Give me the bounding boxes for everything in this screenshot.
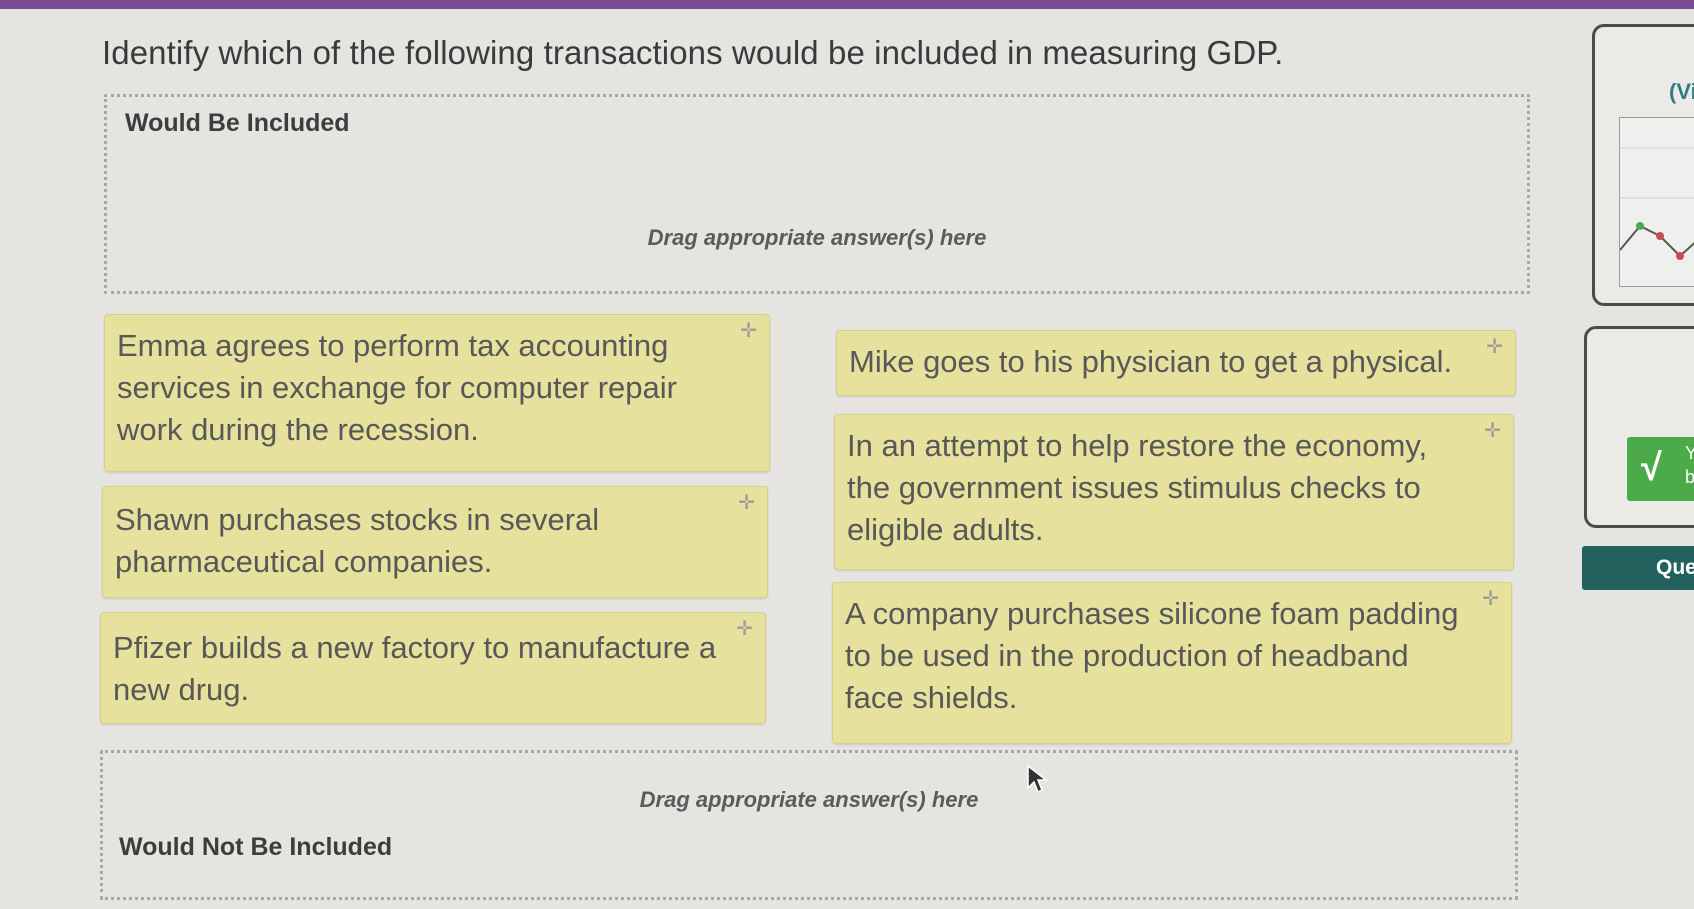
plus-icon: ✛ — [738, 492, 755, 514]
badge-text-line1: Y — [1685, 443, 1694, 463]
mini-graph-icon — [1619, 147, 1694, 260]
side-panel-feedback: √ Y b — [1584, 326, 1694, 528]
answer-card[interactable]: A company purchases silicone foam paddin… — [832, 582, 1512, 744]
drop-hint: Drag appropriate answer(s) here — [647, 225, 987, 250]
drop-zone-would-not-be-included[interactable]: Drag appropriate answer(s) here Would No… — [100, 750, 1518, 900]
answer-card[interactable]: Mike goes to his physician to get a phys… — [836, 330, 1516, 396]
side-panel-graph[interactable]: (Vi — [1592, 24, 1694, 306]
question-prompt: Identify which of the following transact… — [102, 34, 1284, 71]
answer-card[interactable]: Shawn purchases stocks in several pharma… — [102, 486, 768, 598]
card-text: Shawn purchases stocks in several pharma… — [115, 502, 600, 579]
correct-badge: √ Y b — [1627, 437, 1694, 501]
plus-icon: ✛ — [736, 618, 753, 640]
card-text: Pfizer builds a new factory to manufactu… — [113, 630, 717, 707]
panel-label: (Vi — [1669, 79, 1694, 104]
answer-card[interactable]: In an attempt to help restore the econom… — [834, 414, 1514, 570]
mini-graph-thumbnail — [1619, 117, 1694, 287]
mouse-pointer-icon — [1027, 764, 1048, 794]
answer-card[interactable]: Emma agrees to perform tax accounting se… — [104, 314, 770, 472]
drop-zone-would-be-included[interactable]: Would Be Included Drag appropriate answe… — [104, 94, 1530, 294]
card-text: Mike goes to his physician to get a phys… — [849, 344, 1453, 379]
card-text: In an attempt to help restore the econom… — [847, 428, 1428, 547]
plus-icon: ✛ — [740, 320, 757, 342]
badge-text-line2: b — [1685, 467, 1694, 487]
zone-title: Would Not Be Included — [119, 833, 393, 861]
question-button[interactable]: Que — [1582, 546, 1694, 590]
zone-title: Would Be Included — [125, 109, 350, 137]
top-accent-bar — [0, 0, 1694, 9]
checkmark-icon: √ — [1641, 447, 1662, 489]
plus-icon: ✛ — [1486, 336, 1503, 358]
drop-hint: Drag appropriate answer(s) here — [639, 787, 979, 812]
answer-card[interactable]: Pfizer builds a new factory to manufactu… — [100, 612, 766, 724]
plus-icon: ✛ — [1484, 420, 1501, 442]
card-text: Emma agrees to perform tax accounting se… — [117, 328, 677, 447]
card-text: A company purchases silicone foam paddin… — [845, 596, 1459, 715]
plus-icon: ✛ — [1482, 588, 1499, 610]
